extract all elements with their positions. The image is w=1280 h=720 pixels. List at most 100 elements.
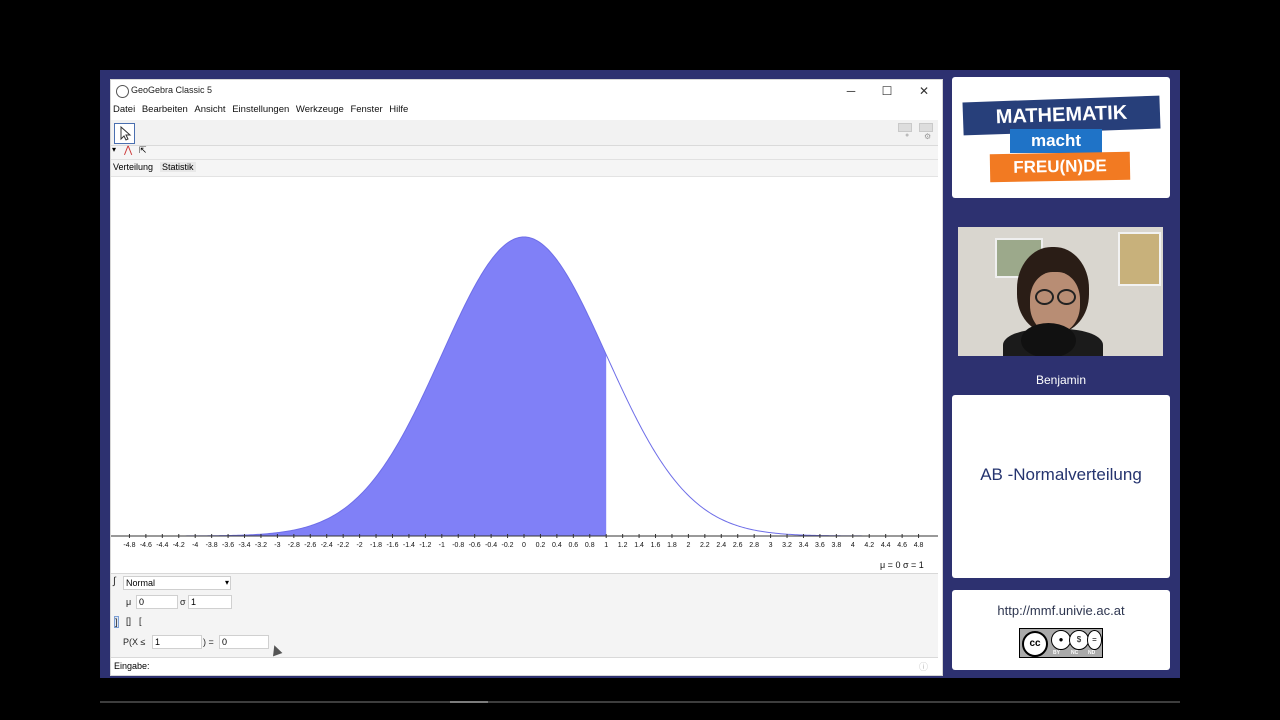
x-tick-label: -0.4 — [485, 542, 497, 549]
menu-hilfe[interactable]: Hilfe — [387, 103, 410, 116]
export-icon[interactable]: ⇱ — [139, 145, 147, 156]
x-tick-label: 3.4 — [799, 542, 809, 549]
x-tick-label: 1.2 — [618, 542, 628, 549]
website-url[interactable]: http://mmf.univie.ac.at — [952, 603, 1170, 618]
help-icon[interactable]: ● — [905, 132, 909, 139]
x-tick-label: 2.2 — [700, 542, 710, 549]
graph-icon[interactable]: ⋀ — [124, 145, 132, 156]
nc-icon: $ — [1069, 630, 1089, 650]
x-tick-label: -3.2 — [255, 542, 267, 549]
x-tick-label: -1.4 — [403, 542, 415, 549]
x-tick-label: 3 — [769, 542, 773, 549]
menu-einstellungen[interactable]: Einstellungen — [230, 103, 291, 116]
right-sided-icon[interactable]: [ — [139, 616, 142, 626]
x-tick-label: -2.8 — [288, 542, 300, 549]
logo-freunde: FREU(N)DE — [989, 151, 1131, 183]
input-label: Eingabe: — [114, 661, 150, 671]
tab-verteilung[interactable]: Verteilung — [113, 162, 153, 172]
left-sided-icon[interactable]: ] — [114, 616, 119, 628]
input-field[interactable] — [153, 659, 910, 672]
window-titlebar: GeoGebra Classic 5 ─ ☐ ✕ — [111, 80, 942, 102]
x-tick-label: -4 — [192, 542, 198, 549]
x-tick-label: 0.6 — [568, 542, 578, 549]
x-tick-label: -2.6 — [304, 542, 316, 549]
distribution-icon: ∫ — [113, 576, 116, 587]
input-help-icon[interactable]: ⓘ — [919, 660, 928, 673]
redo-button[interactable] — [919, 123, 933, 132]
x-tick-label: -1.2 — [419, 542, 431, 549]
window-title: GeoGebra Classic 5 — [131, 85, 213, 95]
x-tick-label: 2 — [686, 542, 690, 549]
by-icon: ● — [1051, 630, 1071, 650]
menu-werkzeuge[interactable]: Werkzeuge — [294, 103, 346, 116]
interval-icon[interactable]: [] — [126, 616, 131, 626]
creative-commons-badge: cc ● $ = BY NC ND — [1019, 628, 1103, 658]
video-progress-thumb[interactable] — [450, 701, 488, 703]
x-tick-label: -0.8 — [452, 542, 464, 549]
x-tick-label: -0.2 — [502, 542, 514, 549]
x-tick-label: 1.8 — [667, 542, 677, 549]
x-tick-label: -2.4 — [321, 542, 333, 549]
by-label: BY — [1053, 650, 1060, 656]
normal-curve-chart: -4.8 -4.6 -4.4 -4.2 -4 -3.8 -3.6 -3.4 -3.2 -3 -2.8… — [111, 236, 938, 549]
x-tick-label: -2 — [356, 542, 362, 549]
upper-bound-input[interactable]: 1 — [152, 635, 202, 649]
x-tick-label: -4.4 — [156, 542, 168, 549]
shaded-probability-area — [113, 237, 607, 536]
control-panel: ∫ Normal ▾ μ 0 σ 1 ] [] [ P(X ≤ 1 ) = 0 — [111, 573, 938, 658]
x-tick-label: 0.8 — [585, 542, 595, 549]
close-button[interactable]: ✕ — [906, 82, 942, 100]
x-tick-label: -1.6 — [386, 542, 398, 549]
x-tick-label: -1.8 — [370, 542, 382, 549]
topic-card: AB -Normalverteilung — [952, 395, 1170, 578]
chevron-down-icon: ▾ — [224, 578, 229, 587]
x-tick-label: 1.6 — [651, 542, 661, 549]
menu-ansicht[interactable]: Ansicht — [192, 103, 227, 116]
undo-button[interactable] — [898, 123, 912, 132]
menu-datei[interactable]: Datei — [111, 103, 137, 116]
x-tick-label: -3 — [274, 542, 280, 549]
x-tick-label: -3.4 — [238, 542, 250, 549]
x-tick-label: 4.2 — [864, 542, 874, 549]
x-tick-label: 1.4 — [634, 542, 644, 549]
distribution-value: Normal — [126, 578, 156, 588]
sigma-label: σ — [180, 597, 186, 607]
x-tick-label: 3.2 — [782, 542, 792, 549]
x-tick-label: 4.6 — [897, 542, 907, 549]
video-progress-track[interactable] — [100, 701, 1180, 703]
x-tick-label: -4.2 — [173, 542, 185, 549]
sigma-input[interactable]: 1 — [188, 595, 232, 609]
pointer-icon — [120, 125, 132, 141]
presenter-webcam — [958, 227, 1163, 356]
cc-logo-icon: cc — [1022, 631, 1048, 657]
parameter-label: μ = 0 σ = 1 — [880, 560, 924, 570]
presenter-name: Benjamin — [1035, 373, 1087, 387]
menu-fenster[interactable]: Fenster — [348, 103, 384, 116]
distribution-select[interactable]: Normal ▾ — [123, 576, 231, 590]
menu-bearbeiten[interactable]: Bearbeiten — [140, 103, 190, 116]
x-tick-label: 4.4 — [881, 542, 891, 549]
probability-result[interactable]: 0 — [219, 635, 269, 649]
glasses-icon — [1035, 289, 1054, 305]
x-tick-label: 3.8 — [831, 542, 841, 549]
dropdown-icon[interactable]: ▾ — [112, 145, 116, 154]
move-tool-button[interactable] — [114, 123, 135, 144]
maximize-button[interactable]: ☐ — [869, 82, 905, 100]
geogebra-window: GeoGebra Classic 5 ─ ☐ ✕ Datei Bearbeite… — [110, 79, 943, 676]
geogebra-icon — [116, 85, 129, 98]
glasses-icon — [1057, 289, 1076, 305]
distribution-plot[interactable]: -4.8 -4.6 -4.4 -4.2 -4 -3.8 -3.6 -3.4 -3.2 -3 -2.8… — [111, 177, 938, 573]
mu-input[interactable]: 0 — [136, 595, 178, 609]
x-tick-label: 0.2 — [536, 542, 546, 549]
tab-statistik[interactable]: Statistik — [160, 162, 196, 172]
x-tick-label: 2.8 — [749, 542, 759, 549]
x-tick-label: 4.8 — [914, 542, 924, 549]
settings-icon[interactable]: ⚙ — [924, 132, 931, 141]
x-tick-label: -4.8 — [123, 542, 135, 549]
x-tick-label: -4.6 — [140, 542, 152, 549]
microphone — [1021, 323, 1076, 356]
probability-suffix: ) = — [203, 637, 214, 647]
x-tick-label: 2.4 — [716, 542, 726, 549]
x-tick-label: 2.6 — [733, 542, 743, 549]
minimize-button[interactable]: ─ — [833, 82, 869, 100]
